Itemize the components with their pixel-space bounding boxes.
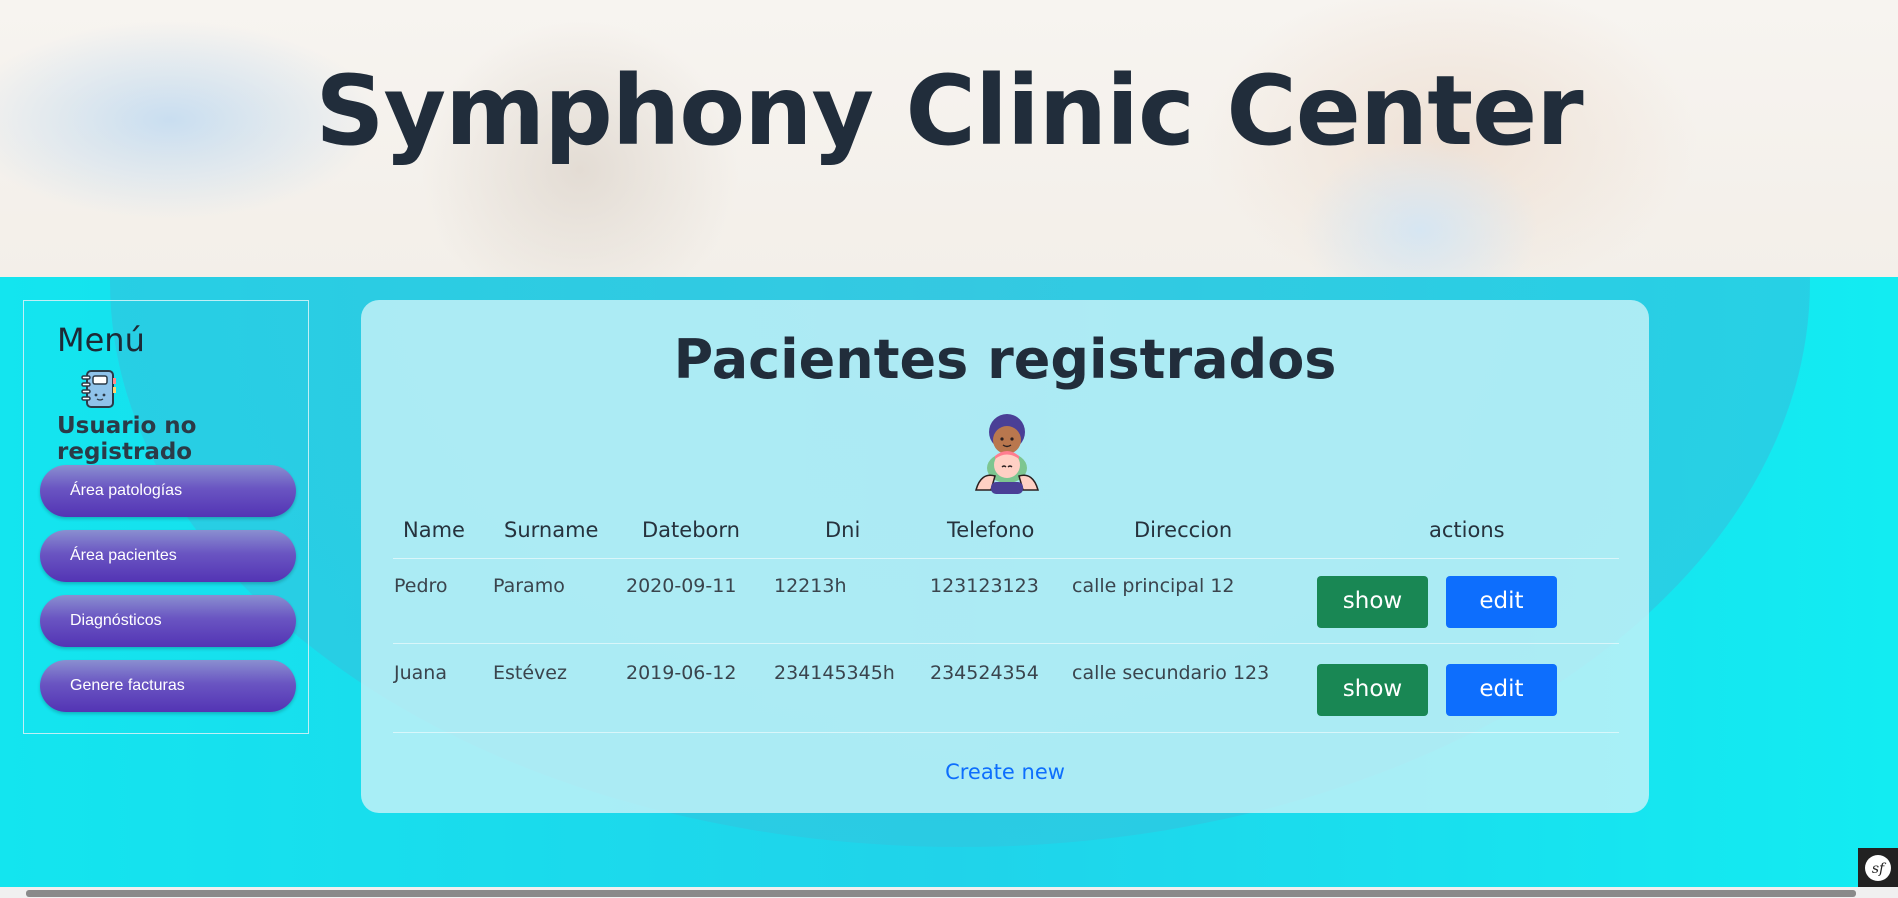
cell-dni: 12213h (774, 575, 847, 597)
horizontal-scrollbar[interactable] (0, 887, 1898, 898)
column-header-dni: Dni (825, 518, 861, 542)
column-header-surname: Surname (504, 518, 599, 542)
cell-surname: Paramo (493, 575, 565, 597)
cell-dni: 234145345h (774, 662, 895, 684)
row-divider (393, 732, 1619, 733)
cell-surname: Estévez (493, 662, 567, 684)
cell-dateborn: 2019-06-12 (626, 662, 737, 684)
cell-direccion: calle principal 12 (1072, 575, 1235, 597)
sidebar-item-diagnosticos[interactable]: Diagnósticos (40, 595, 296, 647)
show-button[interactable]: show (1317, 576, 1428, 628)
column-header-dateborn: Dateborn (642, 518, 740, 542)
row-divider (393, 558, 1619, 559)
cell-telefono: 123123123 (930, 575, 1039, 597)
menu-title: Menú (57, 321, 145, 359)
create-new-link[interactable]: Create new (361, 760, 1649, 784)
notebook-icon (81, 370, 116, 408)
patient-icon (975, 414, 1039, 494)
cell-name: Pedro (394, 575, 448, 597)
show-button[interactable]: show (1317, 664, 1428, 716)
edit-button[interactable]: edit (1446, 576, 1557, 628)
sidebar-menu: Menú Usuario no registrado Área patologí… (23, 300, 309, 734)
page-title: Pacientes registrados (673, 328, 1337, 391)
column-header-direccion: Direccion (1134, 518, 1233, 542)
sidebar-item-patologias[interactable]: Área patologías (40, 465, 296, 517)
symfony-toolbar-toggle[interactable]: sf (1858, 848, 1898, 888)
cell-dateborn: 2020-09-11 (626, 575, 737, 597)
edit-button[interactable]: edit (1446, 664, 1557, 716)
patients-panel: Pacientes registrados Name Surname Dateb… (361, 300, 1649, 813)
sidebar-item-pacientes[interactable]: Área pacientes (40, 530, 296, 582)
symfony-icon: sf (1865, 855, 1891, 881)
site-title: Symphony Clinic Center (315, 55, 1583, 167)
user-status: Usuario no registrado (57, 413, 197, 465)
scrollbar-thumb[interactable] (26, 890, 1856, 897)
cell-direccion: calle secundario 123 (1072, 662, 1270, 684)
sidebar-item-facturas[interactable]: Genere facturas (40, 660, 296, 712)
column-header-telefono: Telefono (947, 518, 1035, 542)
cell-name: Juana (394, 662, 447, 684)
cell-telefono: 234524354 (930, 662, 1039, 684)
column-header-name: Name (403, 518, 465, 542)
column-header-actions: actions (1429, 518, 1505, 542)
header-banner: Symphony Clinic Center (0, 0, 1898, 277)
row-divider (393, 643, 1619, 644)
